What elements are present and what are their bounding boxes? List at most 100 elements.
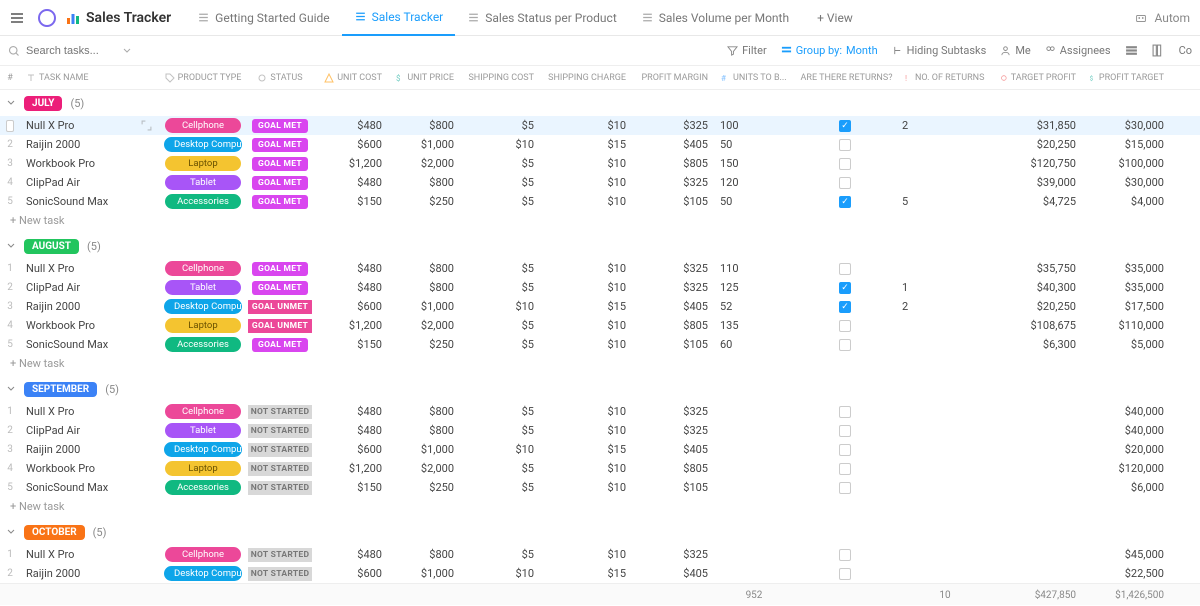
shipping-charge[interactable]: $10 — [540, 478, 632, 497]
returns-checkbox[interactable]: ✓ — [839, 301, 851, 313]
num-returns[interactable] — [896, 564, 994, 583]
task-name[interactable]: Workbook Pro — [20, 316, 158, 335]
tab-sales-status-per-product[interactable]: Sales Status per Product — [455, 0, 629, 36]
table-row[interactable]: 2Raijin 2000Desktop ComputerNOT STARTED$… — [0, 564, 1200, 583]
target-profit[interactable] — [994, 545, 1082, 564]
returns-checkbox[interactable] — [839, 549, 851, 561]
task-name[interactable]: SonicSound Max — [20, 335, 158, 354]
product-type[interactable]: Accessories — [158, 478, 248, 497]
chevron-down-icon[interactable] — [122, 46, 132, 56]
returns-checkbox[interactable] — [839, 406, 851, 418]
target-profit[interactable]: $108,675 — [994, 316, 1082, 335]
unit-cost[interactable]: $480 — [312, 116, 388, 135]
menu-button[interactable] — [6, 7, 28, 29]
col-status[interactable]: STATUS — [248, 66, 312, 89]
assignees-button[interactable]: Assignees — [1045, 44, 1111, 57]
list-layout-icon[interactable] — [1125, 44, 1138, 57]
unit-price[interactable]: $800 — [388, 402, 460, 421]
unit-cost[interactable]: $600 — [312, 135, 388, 154]
row-select-checkbox[interactable] — [6, 120, 14, 132]
units[interactable] — [714, 402, 794, 421]
returns-checkbox[interactable] — [839, 320, 851, 332]
units[interactable] — [714, 440, 794, 459]
status[interactable]: GOAL MET — [248, 192, 312, 211]
status[interactable]: GOAL MET — [248, 335, 312, 354]
shipping-charge[interactable]: $15 — [540, 135, 632, 154]
returns-checkbox[interactable] — [839, 444, 851, 456]
profit-target[interactable]: $30,000 — [1082, 116, 1170, 135]
profit-target[interactable]: $45,000 — [1082, 545, 1170, 564]
shipping-cost[interactable]: $5 — [460, 259, 540, 278]
profit-margin[interactable]: $325 — [632, 545, 714, 564]
product-type[interactable]: Tablet — [158, 278, 248, 297]
task-name[interactable]: Null X Pro — [20, 116, 158, 135]
table-row[interactable]: 2ClipPad AirTabletNOT STARTED$480$800$5$… — [0, 421, 1200, 440]
status[interactable]: NOT STARTED — [248, 564, 312, 583]
table-row[interactable]: 4Workbook ProLaptopGOAL UNMET$1,200$2,00… — [0, 316, 1200, 335]
profit-margin[interactable]: $105 — [632, 478, 714, 497]
unit-price[interactable]: $1,000 — [388, 297, 460, 316]
target-profit[interactable]: $20,250 — [994, 135, 1082, 154]
unit-price[interactable]: $800 — [388, 545, 460, 564]
automations-button[interactable]: Autom — [1134, 11, 1194, 25]
units[interactable]: 50 — [714, 135, 794, 154]
group-header-july[interactable]: JULY(5) — [0, 90, 1200, 116]
profit-margin[interactable]: $325 — [632, 259, 714, 278]
profit-target[interactable]: $6,000 — [1082, 478, 1170, 497]
returns-checkbox[interactable] — [839, 158, 851, 170]
product-type[interactable]: Desktop Computer — [158, 440, 248, 459]
shipping-charge[interactable]: $10 — [540, 316, 632, 335]
unit-cost[interactable]: $480 — [312, 173, 388, 192]
unit-cost[interactable]: $480 — [312, 278, 388, 297]
unit-cost[interactable]: $480 — [312, 421, 388, 440]
task-name[interactable]: SonicSound Max — [20, 478, 158, 497]
profit-margin[interactable]: $325 — [632, 402, 714, 421]
table-row[interactable]: 4ClipPad AirTabletGOAL MET$480$800$5$10$… — [0, 173, 1200, 192]
unit-cost[interactable]: $150 — [312, 478, 388, 497]
num-returns[interactable] — [896, 545, 994, 564]
units[interactable] — [714, 564, 794, 583]
task-name[interactable]: Raijin 2000 — [20, 135, 158, 154]
task-name[interactable]: ClipPad Air — [20, 421, 158, 440]
expand-icon[interactable] — [141, 120, 152, 131]
unit-cost[interactable]: $600 — [312, 440, 388, 459]
col-name[interactable]: TASK NAME — [20, 66, 158, 89]
col-unitcost[interactable]: UNIT COST — [312, 66, 388, 89]
target-profit[interactable] — [994, 440, 1082, 459]
unit-price[interactable]: $1,000 — [388, 564, 460, 583]
profit-margin[interactable]: $325 — [632, 173, 714, 192]
num-returns[interactable] — [896, 135, 994, 154]
shipping-charge[interactable]: $10 — [540, 278, 632, 297]
status[interactable]: GOAL MET — [248, 116, 312, 135]
num-returns[interactable]: 5 — [896, 192, 994, 211]
new-task-button[interactable]: + New task — [0, 497, 1200, 519]
collapse-button[interactable]: Co — [1179, 44, 1192, 57]
task-name[interactable]: Raijin 2000 — [20, 440, 158, 459]
unit-price[interactable]: $800 — [388, 116, 460, 135]
unit-cost[interactable]: $150 — [312, 335, 388, 354]
shipping-cost[interactable]: $10 — [460, 135, 540, 154]
shipping-cost[interactable]: $5 — [460, 173, 540, 192]
num-returns[interactable] — [896, 154, 994, 173]
profit-margin[interactable]: $325 — [632, 116, 714, 135]
task-name[interactable]: Null X Pro — [20, 402, 158, 421]
task-name[interactable]: ClipPad Air — [20, 278, 158, 297]
product-type[interactable]: Tablet — [158, 173, 248, 192]
product-type[interactable]: Cellphone — [158, 402, 248, 421]
status[interactable]: NOT STARTED — [248, 402, 312, 421]
units[interactable] — [714, 545, 794, 564]
status[interactable]: GOAL UNMET — [248, 316, 312, 335]
product-type[interactable]: Desktop Computer — [158, 135, 248, 154]
profit-target[interactable]: $5,000 — [1082, 335, 1170, 354]
col-tprofit[interactable]: TARGET PROFIT — [994, 66, 1082, 89]
col-returns[interactable]: ARE THERE RETURNS? — [794, 66, 896, 89]
group-header-august[interactable]: AUGUST(5) — [0, 233, 1200, 259]
product-type[interactable]: Desktop Computer — [158, 297, 248, 316]
product-type[interactable]: Cellphone — [158, 259, 248, 278]
table-row[interactable]: 1Null X ProCellphoneNOT STARTED$480$800$… — [0, 545, 1200, 564]
units[interactable] — [714, 421, 794, 440]
unit-price[interactable]: $250 — [388, 192, 460, 211]
target-profit[interactable]: $31,850 — [994, 116, 1082, 135]
profit-margin[interactable]: $805 — [632, 316, 714, 335]
col-ptype[interactable]: PRODUCT TYPE — [158, 66, 248, 89]
